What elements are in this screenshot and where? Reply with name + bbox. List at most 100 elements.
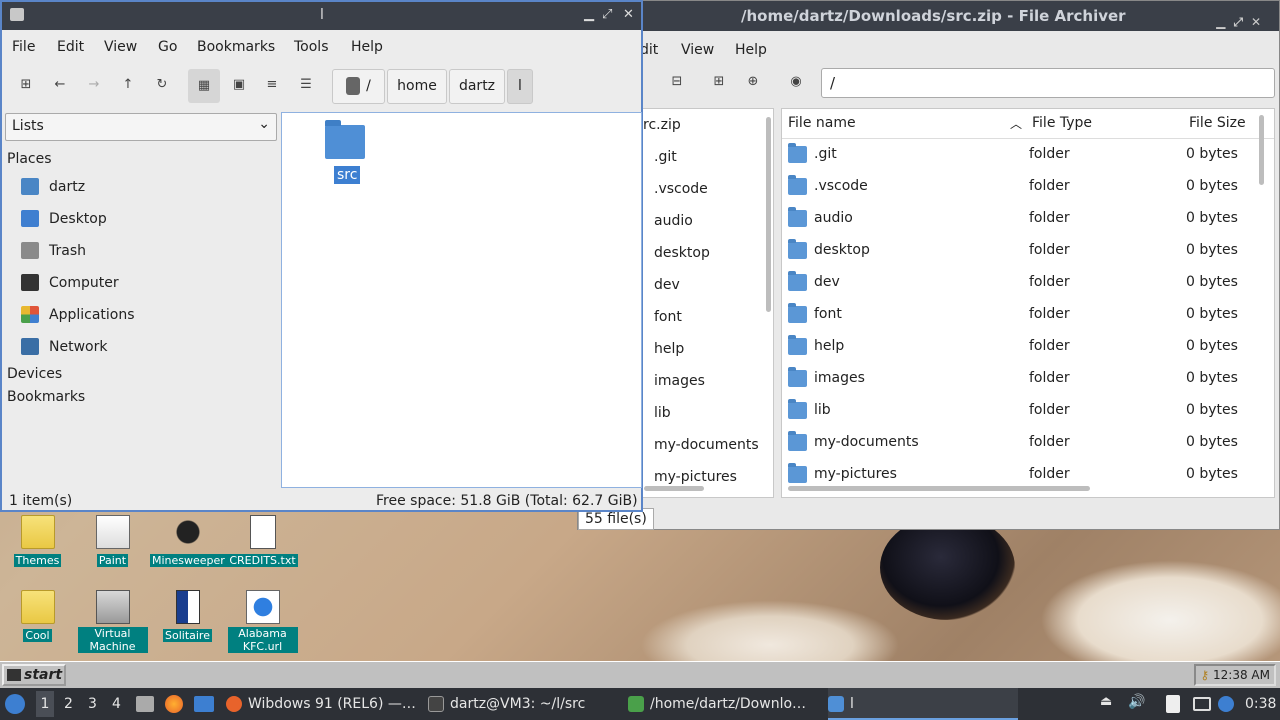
archive-location-input[interactable]: / xyxy=(821,68,1275,98)
place-trash[interactable]: Trash xyxy=(21,236,271,266)
thumbnail-view-icon[interactable]: ▣ xyxy=(227,73,251,97)
path-l-button[interactable]: l xyxy=(507,69,533,104)
menu-bookmarks[interactable]: Bookmarks xyxy=(197,39,275,55)
window-menu-icon[interactable] xyxy=(10,8,24,21)
tree-item[interactable]: .git xyxy=(639,141,773,173)
maximize-icon[interactable]: ⤢ xyxy=(602,7,612,22)
path-dartz-button[interactable]: dartz xyxy=(449,69,505,104)
display-icon[interactable] xyxy=(1193,697,1211,711)
task-firefox[interactable]: Wibdows 91 (REL6) —… xyxy=(226,688,416,720)
place-network[interactable]: Network xyxy=(21,332,271,362)
menu-view[interactable]: View xyxy=(104,39,137,55)
desktop-icon-minesweeper[interactable]: Minesweeper xyxy=(150,515,227,568)
tree-hscrollbar[interactable] xyxy=(644,486,704,491)
detailed-view-icon[interactable]: ☰ xyxy=(294,73,318,97)
table-row[interactable]: audio folder 0 bytes xyxy=(782,203,1274,235)
desktop-icon-credits[interactable]: CREDITS.txt xyxy=(225,515,300,568)
desktop-launcher-icon[interactable] xyxy=(194,696,214,712)
workspace-2[interactable]: 2 xyxy=(64,696,73,712)
tree-item[interactable]: lib xyxy=(639,397,773,429)
add-folder-icon[interactable]: ⊕ xyxy=(741,70,765,94)
tree-item[interactable]: dev xyxy=(639,269,773,301)
tree-item[interactable]: .vscode xyxy=(639,173,773,205)
close-icon[interactable]: ✕ xyxy=(623,7,634,22)
table-row[interactable]: images folder 0 bytes xyxy=(782,363,1274,395)
path-root-button[interactable]: / xyxy=(332,69,385,104)
path-home-button[interactable]: home xyxy=(387,69,447,104)
minimize-icon[interactable]: ▁ xyxy=(1216,15,1233,29)
place-computer[interactable]: Computer xyxy=(21,268,271,298)
task-file-manager[interactable]: l xyxy=(828,688,1018,720)
table-row[interactable]: help folder 0 bytes xyxy=(782,331,1274,363)
file-list-vscrollbar[interactable] xyxy=(1259,115,1264,185)
desktop-icon-label: Cool xyxy=(23,629,52,642)
menu-go[interactable]: Go xyxy=(158,39,177,55)
file-manager-launcher-icon[interactable] xyxy=(136,696,154,712)
clipboard-icon[interactable] xyxy=(1166,695,1180,713)
forward-icon[interactable]: → xyxy=(82,73,106,97)
menu-edit[interactable]: Edit xyxy=(57,39,84,55)
extract-icon[interactable]: ⊟ xyxy=(665,70,689,94)
task-terminal[interactable]: dartz@VM3: ~/l/src xyxy=(428,688,618,720)
table-row[interactable]: my-documents folder 0 bytes xyxy=(782,427,1274,459)
column-file-type[interactable]: File Type xyxy=(1032,115,1092,131)
updates-icon[interactable] xyxy=(1218,696,1234,712)
menu-help[interactable]: Help xyxy=(351,39,383,55)
tree-scrollbar[interactable] xyxy=(766,117,771,312)
tree-item[interactable]: rc.zip xyxy=(639,109,773,141)
table-row[interactable]: font folder 0 bytes xyxy=(782,299,1274,331)
up-icon[interactable]: ↑ xyxy=(116,73,140,97)
stop-icon[interactable]: ◉ xyxy=(784,70,808,94)
desktop-icon-cool[interactable]: Cool xyxy=(0,590,75,643)
column-file-size[interactable]: File Size xyxy=(1189,115,1246,131)
place-applications[interactable]: Applications xyxy=(21,300,271,330)
desktop-icon-alabama-kfc[interactable]: Alabama KFC.url xyxy=(225,590,300,654)
reload-icon[interactable]: ↻ xyxy=(150,73,174,97)
workspace-3[interactable]: 3 xyxy=(88,696,97,712)
close-icon[interactable]: ✕ xyxy=(1251,15,1269,29)
back-icon[interactable]: ← xyxy=(48,73,72,97)
menu-view[interactable]: View xyxy=(681,36,714,64)
table-row[interactable]: desktop folder 0 bytes xyxy=(782,235,1274,267)
menu-help[interactable]: Help xyxy=(735,36,767,64)
desktop-icon-solitaire[interactable]: Solitaire xyxy=(150,590,225,643)
table-row[interactable]: .vscode folder 0 bytes xyxy=(782,171,1274,203)
new-tab-icon[interactable]: ⊞ xyxy=(14,73,38,97)
tree-item[interactable]: help xyxy=(639,333,773,365)
tree-item[interactable]: audio xyxy=(639,205,773,237)
table-row[interactable]: .git folder 0 bytes xyxy=(782,139,1274,171)
add-file-icon[interactable]: ⊞ xyxy=(707,70,731,94)
task-file-archiver[interactable]: /home/dartz/Downlo… xyxy=(628,688,818,720)
bookmarks-heading[interactable]: Bookmarks xyxy=(7,389,85,405)
table-row[interactable]: dev folder 0 bytes xyxy=(782,267,1274,299)
start-button[interactable]: start xyxy=(2,664,66,686)
column-file-name[interactable]: File name xyxy=(788,115,856,131)
tree-item[interactable]: my-documents xyxy=(639,429,773,461)
maximize-icon[interactable]: ⤢ xyxy=(1233,15,1251,29)
place-desktop[interactable]: Desktop xyxy=(21,204,271,234)
eject-icon[interactable]: ⏏ xyxy=(1100,694,1112,709)
tree-item[interactable]: images xyxy=(639,365,773,397)
desktop-icon-themes[interactable]: Themes xyxy=(0,515,75,568)
menu-file[interactable]: File xyxy=(12,39,35,55)
volume-icon[interactable]: 🔊 xyxy=(1128,694,1145,710)
tree-item[interactable]: desktop xyxy=(639,237,773,269)
table-row[interactable]: lib folder 0 bytes xyxy=(782,395,1274,427)
place-dartz[interactable]: dartz xyxy=(21,172,271,202)
side-pane-mode-select[interactable]: Lists ⌄ xyxy=(5,113,277,141)
file-list-hscrollbar[interactable] xyxy=(788,486,1090,491)
app-menu-icon[interactable] xyxy=(5,694,25,714)
row-name: my-pictures xyxy=(814,466,897,482)
devices-heading[interactable]: Devices xyxy=(7,366,62,382)
desktop-icon-virtual-machine[interactable]: Virtual Machine xyxy=(75,590,150,654)
folder-view[interactable]: src xyxy=(281,112,642,488)
desktop-icon-paint[interactable]: Paint xyxy=(75,515,150,568)
icon-view-icon[interactable]: ▦ xyxy=(188,69,220,103)
menu-tools[interactable]: Tools xyxy=(294,39,329,55)
minimize-icon[interactable]: ▁ xyxy=(584,7,594,22)
tree-item[interactable]: font xyxy=(639,301,773,333)
firefox-launcher-icon[interactable] xyxy=(165,695,183,713)
workspace-4[interactable]: 4 xyxy=(112,696,121,712)
compact-view-icon[interactable]: ≡ xyxy=(260,73,284,97)
workspace-1[interactable]: 1 xyxy=(36,691,54,717)
